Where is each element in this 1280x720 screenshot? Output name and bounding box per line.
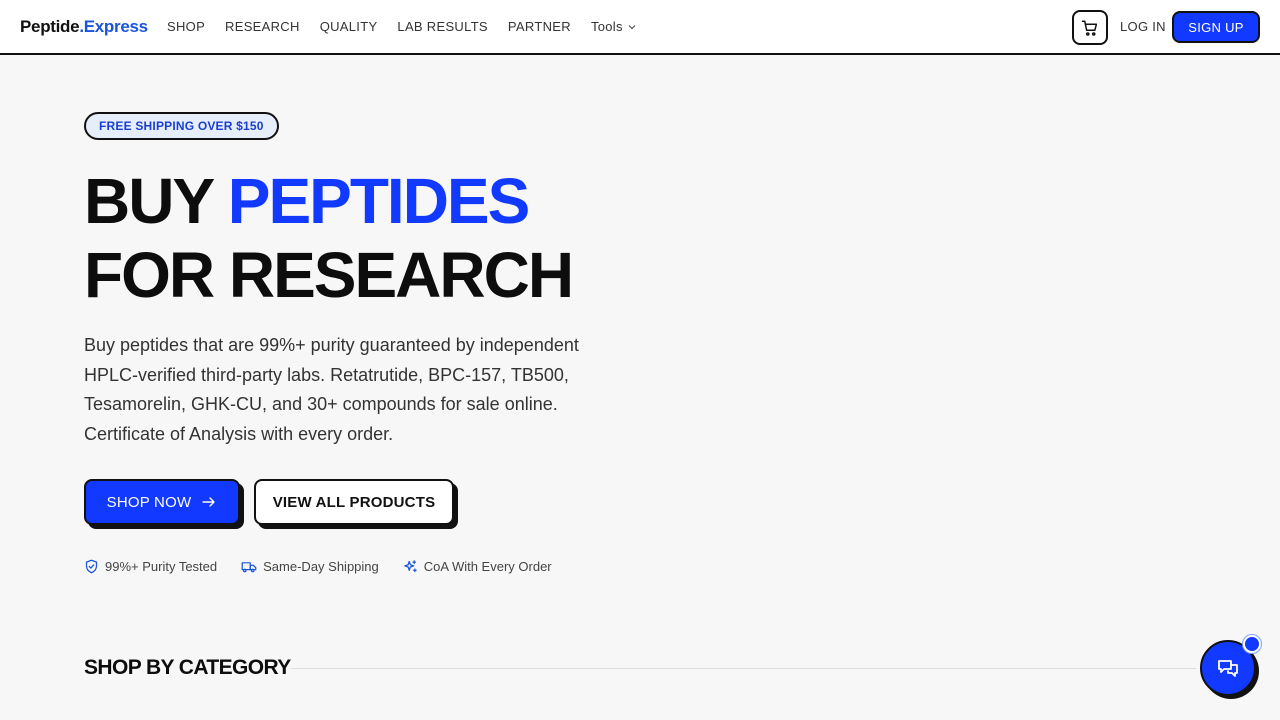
feature-purity: 99%+ Purity Tested — [84, 559, 217, 574]
logo-brand: Peptide — [20, 17, 80, 36]
feature-coa: CoA With Every Order — [403, 559, 552, 574]
nav-link-partner[interactable]: PARTNER — [508, 19, 571, 34]
free-shipping-badge: FREE SHIPPING OVER $150 — [84, 112, 279, 140]
chat-bubbles-icon — [1218, 660, 1238, 677]
login-link[interactable]: LOG IN — [1120, 19, 1166, 34]
shop-now-label: SHOP NOW — [106, 493, 192, 511]
nav-tools-dropdown[interactable]: Tools — [591, 19, 637, 34]
section-title-shop-by-category: SHOP BY CATEGORY — [84, 656, 291, 679]
feature-shipping-label: Same-Day Shipping — [263, 559, 379, 574]
shield-check-icon — [85, 559, 98, 574]
top-navigation-bar: Peptide.Express SHOP RESEARCH QUALITY LA… — [0, 0, 1280, 55]
hero-title-peptides: PEPTIDES — [227, 165, 531, 237]
chevron-down-icon — [628, 24, 636, 29]
sparkles-icon — [404, 560, 417, 573]
cart-icon — [1081, 20, 1098, 36]
nav-link-quality[interactable]: QUALITY — [320, 19, 378, 34]
shop-now-button[interactable]: SHOP NOW — [84, 479, 240, 525]
chat-notification-dot — [1243, 635, 1261, 653]
hero-title: BUY PEPTIDES FOR RESEARCH — [84, 164, 574, 312]
arrow-right-icon — [202, 497, 216, 507]
cart-button[interactable] — [1072, 10, 1108, 45]
hero-title-buy: BUY — [84, 165, 228, 237]
hero-title-line2: FOR RESEARCH — [84, 239, 574, 311]
nav-tools-label: Tools — [590, 19, 623, 34]
feature-shipping: Same-Day Shipping — [241, 559, 379, 574]
truck-icon — [241, 562, 257, 573]
site-logo[interactable]: Peptide.Express — [20, 17, 148, 37]
nav-link-lab-results[interactable]: LAB RESULTS — [397, 19, 487, 34]
logo-suffix: .Express — [79, 17, 148, 36]
view-all-products-button[interactable]: VIEW ALL PRODUCTS — [254, 479, 454, 525]
signup-button[interactable]: SIGN UP — [1172, 11, 1260, 43]
nav-link-shop[interactable]: SHOP — [167, 19, 205, 34]
section-divider — [291, 668, 1196, 669]
main-menu: SHOP RESEARCH QUALITY LAB RESULTS PARTNE… — [167, 19, 637, 34]
hero-description: Buy peptides that are 99%+ purity guaran… — [84, 335, 579, 444]
feature-purity-label: 99%+ Purity Tested — [105, 559, 218, 574]
feature-list: 99%+ Purity Tested Same-Day Shipping CoA… — [84, 559, 552, 574]
nav-link-research[interactable]: RESEARCH — [225, 19, 300, 34]
feature-coa-label: CoA With Every Order — [423, 559, 552, 574]
